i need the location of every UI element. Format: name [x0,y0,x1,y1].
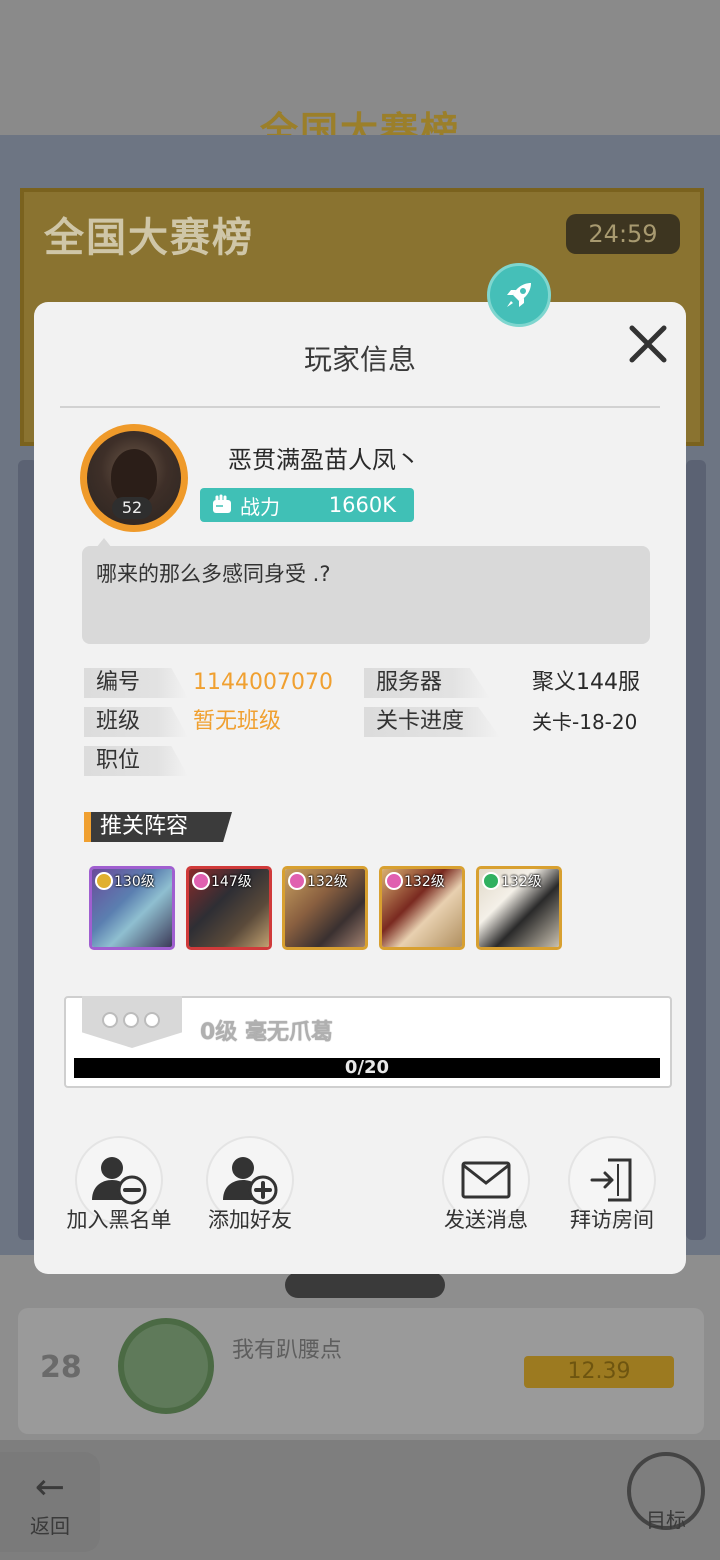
server-label: 服务器 [364,668,490,698]
background-back-button: ← 返回 [0,1452,100,1552]
remove-user-icon [92,1157,147,1205]
background-bottom-pill [285,1272,445,1298]
title-divider [60,406,660,408]
power-value: 1660K [328,493,396,517]
stage-label: 关卡进度 [364,707,500,737]
spade-icon [482,872,500,890]
power-badge: 战力 1660K [200,488,414,522]
hero-card-2[interactable]: 147级 [186,866,272,950]
envelope-icon [461,1161,511,1199]
background-bottom-nav [0,1440,720,1560]
avatar-level-badge: 52 [112,497,152,519]
close-button[interactable] [622,318,674,370]
sun-icon [95,872,113,890]
background-goal-button: 目标 [618,1452,714,1552]
background-banner-timer: 24:59 [566,214,680,254]
background-banner-title: 全国大赛榜 [44,215,254,261]
rank-title-text: 0级 毫无爪葛 [200,1020,333,1045]
rocket-button[interactable] [487,263,551,327]
server-value: 聚义144服 [532,670,640,695]
badge-dot-3 [144,1012,160,1028]
hero-card-1[interactable]: 130级 [89,866,175,950]
heart-icon [288,872,306,890]
send-message-label: 发送消息 [444,1208,528,1232]
lineup-title-accent [84,812,91,842]
hero-level-3: 132级 [307,874,348,890]
lineup-title: 推关阵容 [84,812,232,842]
send-message-button[interactable]: 发送消息 [421,1136,551,1246]
blacklist-label: 加入黑名单 [66,1208,172,1232]
visit-room-button[interactable]: 拜访房间 [547,1136,677,1246]
badge-dot-2 [123,1012,139,1028]
add-friend-button[interactable]: 添加好友 [185,1136,315,1246]
hero-card-4[interactable]: 132级 [379,866,465,950]
close-icon [629,325,667,363]
add-friend-label: 添加好友 [208,1208,292,1232]
hero-card-3[interactable]: 132级 [282,866,368,950]
heart-icon [385,872,403,890]
stage-value: 关卡-18-20 [532,710,638,734]
back-arrow-icon: ← [34,1467,66,1508]
background-side-strip-right [686,460,706,1240]
position-label: 职位 [84,746,188,776]
player-name: 恶贯满盈苗人凤丶 [228,446,420,474]
background-goal-label: 目标 [646,1508,686,1532]
door-enter-icon [590,1158,632,1202]
class-label: 班级 [84,707,188,737]
background-rank-name: 我有趴腰点 [232,1338,343,1363]
signature-text: 哪来的那么多感同身受 .? [96,562,331,586]
badge-dot-1 [102,1012,118,1028]
hero-level-5: 132级 [501,874,542,890]
power-label: 战力 [240,494,280,519]
id-label: 编号 [84,668,188,698]
background-rank-avatar [118,1318,214,1414]
background-back-label: 返回 [30,1514,70,1538]
blacklist-button[interactable]: 加入黑名单 [54,1136,184,1246]
id-value: 1144007070 [193,670,333,695]
hero-card-5[interactable]: 132级 [476,866,562,950]
hero-level-2: 147级 [211,874,252,890]
heart-icon [192,872,210,890]
dialog-title: 玩家信息 [303,343,416,376]
hero-level-1: 130级 [114,874,155,890]
background-rank-number: 28 [40,1350,82,1385]
background-rank-score: 12.39 [524,1356,674,1388]
hero-level-4: 132级 [404,874,445,890]
class-value: 暂无班级 [193,709,282,734]
rocket-icon [507,283,531,307]
add-user-icon [223,1157,278,1205]
fist-icon [213,494,231,513]
visit-room-label: 拜访房间 [570,1208,654,1232]
rank-progress-text: 0/20 [344,1057,390,1078]
